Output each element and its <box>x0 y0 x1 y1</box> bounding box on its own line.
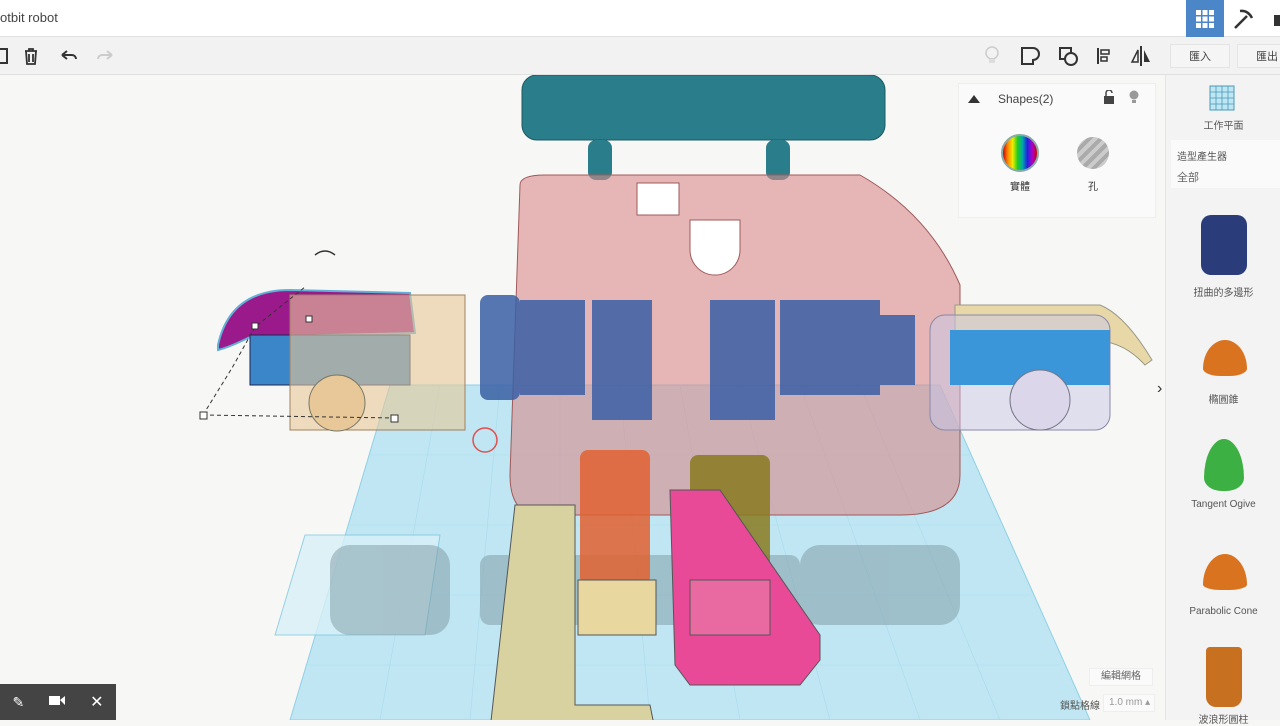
redo-button[interactable] <box>90 41 120 71</box>
redo-icon <box>97 50 113 60</box>
group-button[interactable] <box>1015 41 1045 71</box>
undo-icon <box>61 50 77 60</box>
close-icon[interactable]: ✕ <box>90 692 103 712</box>
trash-icon <box>25 48 37 65</box>
robot-head-top <box>521 75 886 180</box>
hide-button[interactable] <box>1128 90 1140 109</box>
design-title[interactable]: otbit robot <box>0 10 58 25</box>
lightbulb-icon <box>985 46 999 63</box>
pen-icon[interactable]: ✎ <box>12 694 24 711</box>
ungroup-button[interactable] <box>1053 41 1083 71</box>
recording-controls: ✎ ✕ <box>0 684 116 720</box>
bricks-button[interactable] <box>1262 0 1280 37</box>
brick-icon <box>1274 14 1280 26</box>
parabolic-cone-shape[interactable] <box>1203 554 1247 590</box>
caret-up-icon <box>968 95 980 103</box>
elliptic-cone-shape[interactable] <box>1203 340 1247 376</box>
grid-icon <box>1196 9 1214 28</box>
shape-label: 扭曲的多邊形 <box>1193 288 1254 299</box>
left-arm <box>199 286 466 432</box>
ungroup-icon <box>1059 47 1078 66</box>
lock-button[interactable] <box>1103 89 1115 109</box>
shape-label: 橢圓錐 <box>1208 395 1239 406</box>
twisted-polygon-shape[interactable] <box>1201 215 1247 275</box>
shape-label: Tangent Ogive <box>1191 499 1256 510</box>
undo-button[interactable] <box>54 41 84 71</box>
category-select[interactable]: 造型產生器 全部 <box>1171 140 1280 188</box>
pickaxe-icon <box>1234 9 1254 29</box>
hole-button[interactable] <box>1077 137 1109 169</box>
top-bar: otbit robot <box>0 0 1280 37</box>
shapes-panel: Shapes(2) 實體 孔 <box>958 83 1156 218</box>
delete-button[interactable] <box>16 41 46 71</box>
shapes-panel-title: Shapes(2) <box>998 92 1054 106</box>
3d-view-button[interactable] <box>1186 0 1224 37</box>
mirror-button[interactable] <box>1126 41 1156 71</box>
align-button[interactable] <box>1090 41 1120 71</box>
collapse-button[interactable] <box>959 84 989 114</box>
shape-label: 波浪形圓柱 <box>1198 715 1249 726</box>
copy-icon <box>0 48 8 64</box>
import-button[interactable]: 匯入 <box>1170 44 1230 68</box>
workplane-button[interactable] <box>1209 85 1235 116</box>
wave-cylinder-shape[interactable] <box>1206 647 1242 707</box>
solid-label: 實體 <box>1010 182 1030 193</box>
light-button[interactable] <box>977 41 1007 71</box>
pickaxe-button[interactable] <box>1224 0 1262 37</box>
mirror-icon <box>1130 46 1150 66</box>
camera-icon[interactable] <box>49 693 66 711</box>
export-button[interactable]: 匯出 <box>1237 44 1280 68</box>
shape-library-sidebar: 工作平面 造型產生器 全部 扭曲的多邊形 橢圓錐 Tangent Ogive P… <box>1165 75 1280 726</box>
rotate-handle <box>314 250 336 256</box>
align-icon <box>1097 48 1110 64</box>
group-icon <box>1021 47 1040 65</box>
right-arm <box>929 304 1153 431</box>
snap-grid-label: 鎖點格線 <box>1060 701 1100 712</box>
lightbulb-icon <box>1129 90 1139 103</box>
category-title: 造型產生器 <box>1177 152 1227 163</box>
solid-button[interactable] <box>1001 134 1039 172</box>
snap-grid-select[interactable]: 1.0 mm ▴ <box>1103 694 1155 712</box>
copy-button[interactable] <box>0 41 16 71</box>
edit-grid-button[interactable]: 編輯網格 <box>1089 668 1153 686</box>
hole-label: 孔 <box>1088 182 1098 193</box>
category-value: 全部 <box>1177 172 1199 184</box>
unlock-icon <box>1104 89 1114 104</box>
shape-label: Parabolic Cone <box>1189 606 1258 617</box>
toolbar: 匯入 匯出 <box>0 37 1280 75</box>
tangent-ogive-shape[interactable] <box>1204 439 1244 491</box>
workplane-label: 工作平面 <box>1203 121 1244 132</box>
workplane-icon <box>1209 85 1235 111</box>
